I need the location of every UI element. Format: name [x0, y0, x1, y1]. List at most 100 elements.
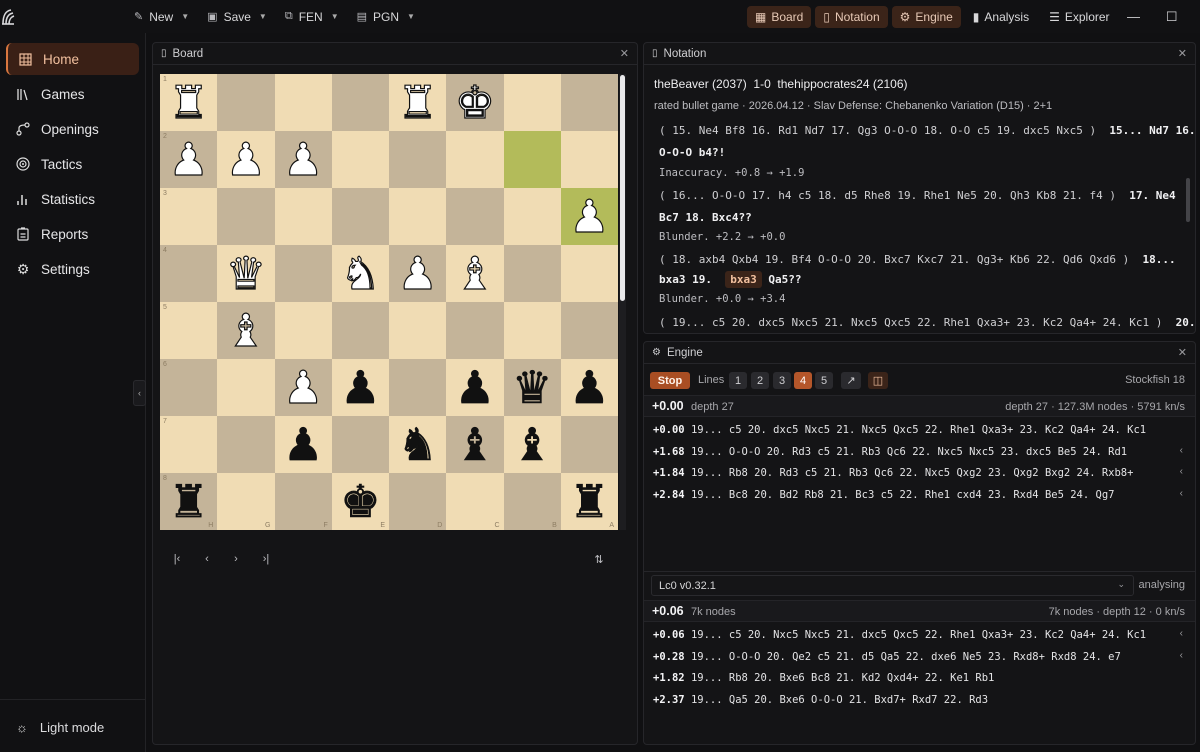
white-bishop-icon[interactable]: ♝ [454, 250, 496, 296]
square-a3[interactable]: ♟ [560, 188, 618, 245]
square-f6[interactable]: ♟ [274, 359, 332, 416]
black-rook-icon[interactable]: ♜ [168, 479, 209, 525]
square-h4[interactable]: 4 [160, 245, 218, 302]
sidebar-collapse-handle[interactable]: ‹ [133, 380, 146, 406]
fen-menu[interactable]: ⧉ FEN ▼ [285, 10, 339, 24]
new-menu[interactable]: ✎ New ▼ [134, 10, 189, 24]
square-d1[interactable]: ♜ [389, 74, 447, 131]
square-g5[interactable]: ♝ [217, 302, 275, 359]
engine-select[interactable]: Lc0 v0.32.1 ⌄ [651, 575, 1134, 596]
main-line[interactable]: O-O-O b4?! [659, 146, 725, 159]
black-pawn-icon[interactable]: ♟ [569, 365, 610, 411]
square-g4[interactable]: ♛ [217, 245, 275, 302]
black-player[interactable]: thehippocrates24 (2106) [777, 77, 907, 91]
square-a1[interactable] [560, 74, 618, 131]
last-move-button[interactable]: ›| [257, 551, 275, 567]
current-move[interactable]: bxa3 [725, 271, 762, 288]
light-mode-toggle[interactable]: ☼ Light mode [6, 711, 139, 743]
save-menu[interactable]: ▣ Save ▼ [207, 10, 267, 24]
variation-line[interactable]: ( 15. Ne4 Bf8 16. Rd1 Nd7 17. Qg3 O-O-O … [659, 124, 1195, 137]
toggle-board[interactable]: ▦ Board [746, 5, 812, 28]
black-queen-icon[interactable]: ♛ [512, 365, 553, 411]
toggle-analysis[interactable]: ▮ Analysis [965, 6, 1037, 28]
square-c1[interactable]: ♚ [446, 74, 504, 131]
expand-pv-icon[interactable]: ‹ [1180, 488, 1183, 499]
close-panel-button[interactable]: ✕ [1178, 346, 1187, 359]
prev-move-button[interactable]: ‹ [198, 551, 216, 567]
pv-line[interactable]: +0.06 19... c5 20. Nxc5 Nxc5 21. dxc5 Qx… [653, 629, 1146, 641]
first-move-button[interactable]: |‹ [168, 551, 186, 567]
square-g6[interactable] [217, 359, 275, 416]
close-panel-button[interactable]: ✕ [620, 47, 629, 60]
square-b6[interactable]: ♛ [503, 359, 561, 416]
square-e7[interactable] [331, 416, 389, 473]
square-e3[interactable] [331, 188, 389, 245]
white-bishop-icon[interactable]: ♝ [225, 307, 267, 353]
white-knight-icon[interactable]: ♞ [340, 250, 382, 296]
expand-pv-icon[interactable]: ‹ [1180, 445, 1183, 456]
black-knight-icon[interactable]: ♞ [397, 422, 438, 468]
black-bishop-icon[interactable]: ♝ [454, 422, 495, 468]
square-h1[interactable]: 1 ♜ [160, 74, 218, 131]
toggle-engine[interactable]: ⚙ Engine [891, 5, 961, 28]
square-a8[interactable]: A ♜ [560, 473, 618, 530]
square-h5[interactable]: 5 [160, 302, 218, 359]
square-e1[interactable] [331, 74, 389, 131]
sidebar-item-games[interactable]: Games [6, 78, 139, 110]
square-d2[interactable] [389, 131, 447, 188]
notation-scrollbar-thumb[interactable] [1186, 178, 1190, 222]
minimize-button[interactable]: — [1118, 0, 1150, 33]
pv-line[interactable]: +0.28 19... O-O-O 20. Qe2 c5 21. d5 Qa5 … [653, 651, 1121, 663]
next-move-button[interactable]: › [227, 551, 245, 567]
square-h7[interactable]: 7 [160, 416, 218, 473]
square-c3[interactable] [446, 188, 504, 245]
square-b7[interactable]: ♝ [503, 416, 561, 473]
square-g3[interactable] [217, 188, 275, 245]
black-rook-icon[interactable]: ♜ [569, 479, 610, 525]
square-f5[interactable] [274, 302, 332, 359]
square-f1[interactable] [274, 74, 332, 131]
square-h3[interactable]: 3 [160, 188, 218, 245]
lines-2-button[interactable]: 2 [751, 372, 769, 389]
sidebar-item-reports[interactable]: Reports [6, 218, 139, 250]
square-c8[interactable]: C [446, 473, 504, 530]
square-e8[interactable]: E ♚ [331, 473, 389, 530]
toggle-explorer[interactable]: ☰ Explorer [1041, 6, 1117, 28]
lines-4-button[interactable]: 4 [794, 372, 812, 389]
square-a5[interactable] [560, 302, 618, 359]
square-h2[interactable]: 2 ♟ [160, 131, 218, 188]
square-f2[interactable]: ♟ [274, 131, 332, 188]
pv-line[interactable]: +1.84 19... Rb8 20. Rd3 c5 21. Rb3 Qc6 2… [653, 467, 1133, 479]
square-a6[interactable]: ♟ [560, 359, 618, 416]
square-e4[interactable]: ♞ [331, 245, 389, 302]
close-panel-button[interactable]: ✕ [1178, 47, 1187, 60]
white-pawn-icon[interactable]: ♟ [282, 364, 324, 410]
white-king-icon[interactable]: ♚ [454, 79, 496, 125]
open-external-button[interactable]: ↗ [841, 372, 861, 389]
square-g1[interactable] [217, 74, 275, 131]
sidebar-item-tactics[interactable]: Tactics [6, 148, 139, 180]
main-line[interactable]: bxa3 19. bxa3 Qa5?? [659, 271, 801, 288]
square-h6[interactable]: 6 [160, 359, 218, 416]
toggle-notation[interactable]: ▯ Notation [815, 5, 888, 28]
white-pawn-icon[interactable]: ♟ [282, 136, 324, 182]
variation-line[interactable]: ( 19... c5 20. dxc5 Nxc5 21. Nxc5 Qxc5 2… [659, 316, 1195, 329]
lines-3-button[interactable]: 3 [773, 372, 791, 389]
pv-line[interactable]: +1.82 19... Rb8 20. Bxe6 Bc8 21. Kd2 Qxd… [653, 672, 994, 684]
variation-line[interactable]: ( 16... O-O-O 17. h4 c5 18. d5 Rhe8 19. … [659, 189, 1176, 202]
square-g2[interactable]: ♟ [217, 131, 275, 188]
square-d7[interactable]: ♞ [389, 416, 447, 473]
white-player[interactable]: theBeaver (2037) [654, 77, 747, 91]
close-window-button[interactable]: ✕ [1194, 0, 1200, 33]
pv-line[interactable]: +1.68 19... O-O-O 20. Rd3 c5 21. Rb3 Qc6… [653, 446, 1127, 458]
square-a2[interactable] [560, 131, 618, 188]
square-d3[interactable] [389, 188, 447, 245]
square-b5[interactable] [503, 302, 561, 359]
square-g7[interactable] [217, 416, 275, 473]
square-d6[interactable] [389, 359, 447, 416]
square-f3[interactable] [274, 188, 332, 245]
sidebar-item-openings[interactable]: Openings [6, 113, 139, 145]
pv-line[interactable]: +2.84 19... Bc8 20. Bd2 Rb8 21. Bc3 c5 2… [653, 489, 1114, 501]
square-b2[interactable] [503, 131, 561, 188]
chess-board[interactable]: 1 ♜ ♜ ♚ 2 ♟ ♟ ♟ 3 ♟ 4 ♛ ♞ ♟ ♝ 5 ♝ 6 ♟ ♟ ♟ ♛ ♟ 7 ♟ ♞ ♝ ♝ 8 H ♜ G F E ♚ D C B A ♜ [160, 74, 618, 530]
